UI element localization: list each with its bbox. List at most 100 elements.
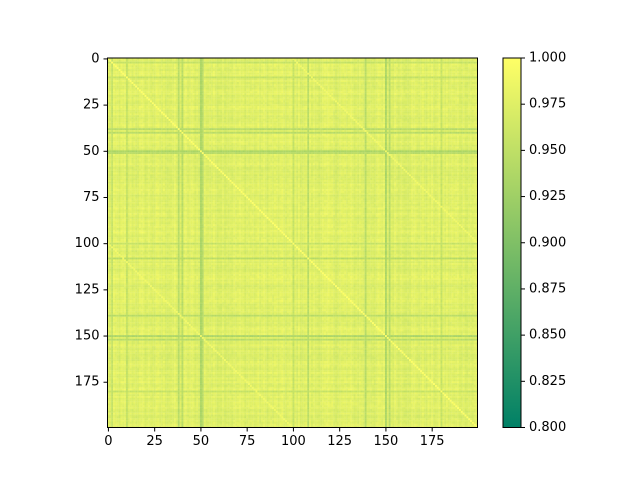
heatmap-cell [192,69,195,72]
heatmap-cell [116,74,119,77]
heatmap-cell [368,61,371,64]
heatmap-cell [434,100,437,103]
heatmap-cell [396,74,399,77]
heatmap-cell [225,76,228,79]
heatmap-cell [114,94,117,97]
heatmap-cell [224,74,227,77]
heatmap-cell [431,98,434,101]
heatmap-cell [318,76,321,79]
heatmap-cell [153,85,156,88]
heatmap-cell [212,78,215,81]
heatmap-cell [360,67,363,70]
heatmap-cell [436,94,439,97]
heatmap-cell [225,98,228,101]
heatmap-cell [296,70,299,73]
heatmap-cell [164,63,167,66]
heatmap-cell [346,67,349,70]
heatmap-cell [187,63,190,66]
heatmap-cell [407,67,410,70]
heatmap-cell [255,63,258,66]
heatmap-cell [307,65,310,68]
heatmap-cell [460,89,463,92]
heatmap-cell [224,102,227,105]
heatmap-cell [346,100,349,103]
heatmap-cell [286,70,289,73]
heatmap-cell [133,89,136,92]
heatmap-cell [446,94,449,97]
heatmap-cell [138,94,141,97]
heatmap-cell [190,65,193,68]
heatmap-cell [440,69,443,72]
heatmap-cell [427,78,430,81]
heatmap-cell [288,94,291,97]
heatmap-cell [150,98,153,101]
heatmap-cell [405,74,408,77]
heatmap-cell [196,91,199,94]
heatmap-cell [233,85,236,88]
heatmap-cell [405,70,408,73]
heatmap-cell [379,69,382,72]
heatmap-cell [312,91,315,94]
heatmap-cell [157,102,160,105]
heatmap-cell [126,87,128,90]
heatmap-cell [118,61,121,64]
heatmap-cell [331,65,334,68]
heatmap-cell [150,69,153,72]
heatmap-cell [375,91,378,94]
heatmap-cell [431,96,434,99]
heatmap-cell [440,76,443,79]
heatmap-cell [353,93,356,96]
heatmap-cell [366,59,369,62]
heatmap-cell [133,70,136,73]
heatmap-cell [212,93,215,96]
heatmap-cell [126,63,128,66]
heatmap-cell [238,74,241,77]
heatmap-cell [296,83,299,86]
heatmap-cell [351,67,354,70]
heatmap-cell [399,100,402,103]
heatmap-cell [129,98,132,101]
heatmap-cell [459,69,461,72]
heatmap-cell [407,94,410,97]
heatmap-cell [368,67,371,70]
heatmap-cell [222,80,225,83]
heatmap-cell [348,93,350,96]
heatmap-cell [120,85,123,88]
heatmap-cell [118,76,121,79]
heatmap-cell [286,63,289,66]
heatmap-cell [466,70,469,73]
heatmap-cell [372,96,375,99]
heatmap-cell [277,65,280,68]
heatmap-cell [301,74,304,77]
heatmap-cell [225,102,228,105]
heatmap-cell [459,93,461,96]
heatmap-cell [353,63,356,66]
heatmap-cell [161,59,164,62]
heatmap-cell [255,87,258,90]
heatmap-cell [377,80,380,83]
heatmap-cell [459,91,461,94]
heatmap-cell [126,70,128,73]
heatmap-cell [335,98,338,101]
heatmap-cell [357,94,360,97]
heatmap-cell [172,65,175,68]
heatmap-cell [372,102,375,105]
heatmap-cell [457,72,460,75]
heatmap-cell [266,94,269,97]
heatmap-cell [401,72,404,75]
heatmap-cell [244,74,247,77]
heatmap-cell [118,78,121,81]
heatmap-cell [133,83,136,86]
heatmap-cell [122,85,125,88]
heatmap-cell [235,65,238,68]
heatmap-cell [262,98,265,101]
heatmap-cell [473,69,476,72]
heatmap-cell [373,96,376,99]
heatmap-cell [396,96,399,99]
heatmap-cell [129,87,132,90]
heatmap-cell [259,87,262,90]
heatmap-cell [255,83,258,86]
heatmap-cell [303,78,306,81]
heatmap-cell [422,69,424,72]
heatmap-cell [446,74,449,77]
